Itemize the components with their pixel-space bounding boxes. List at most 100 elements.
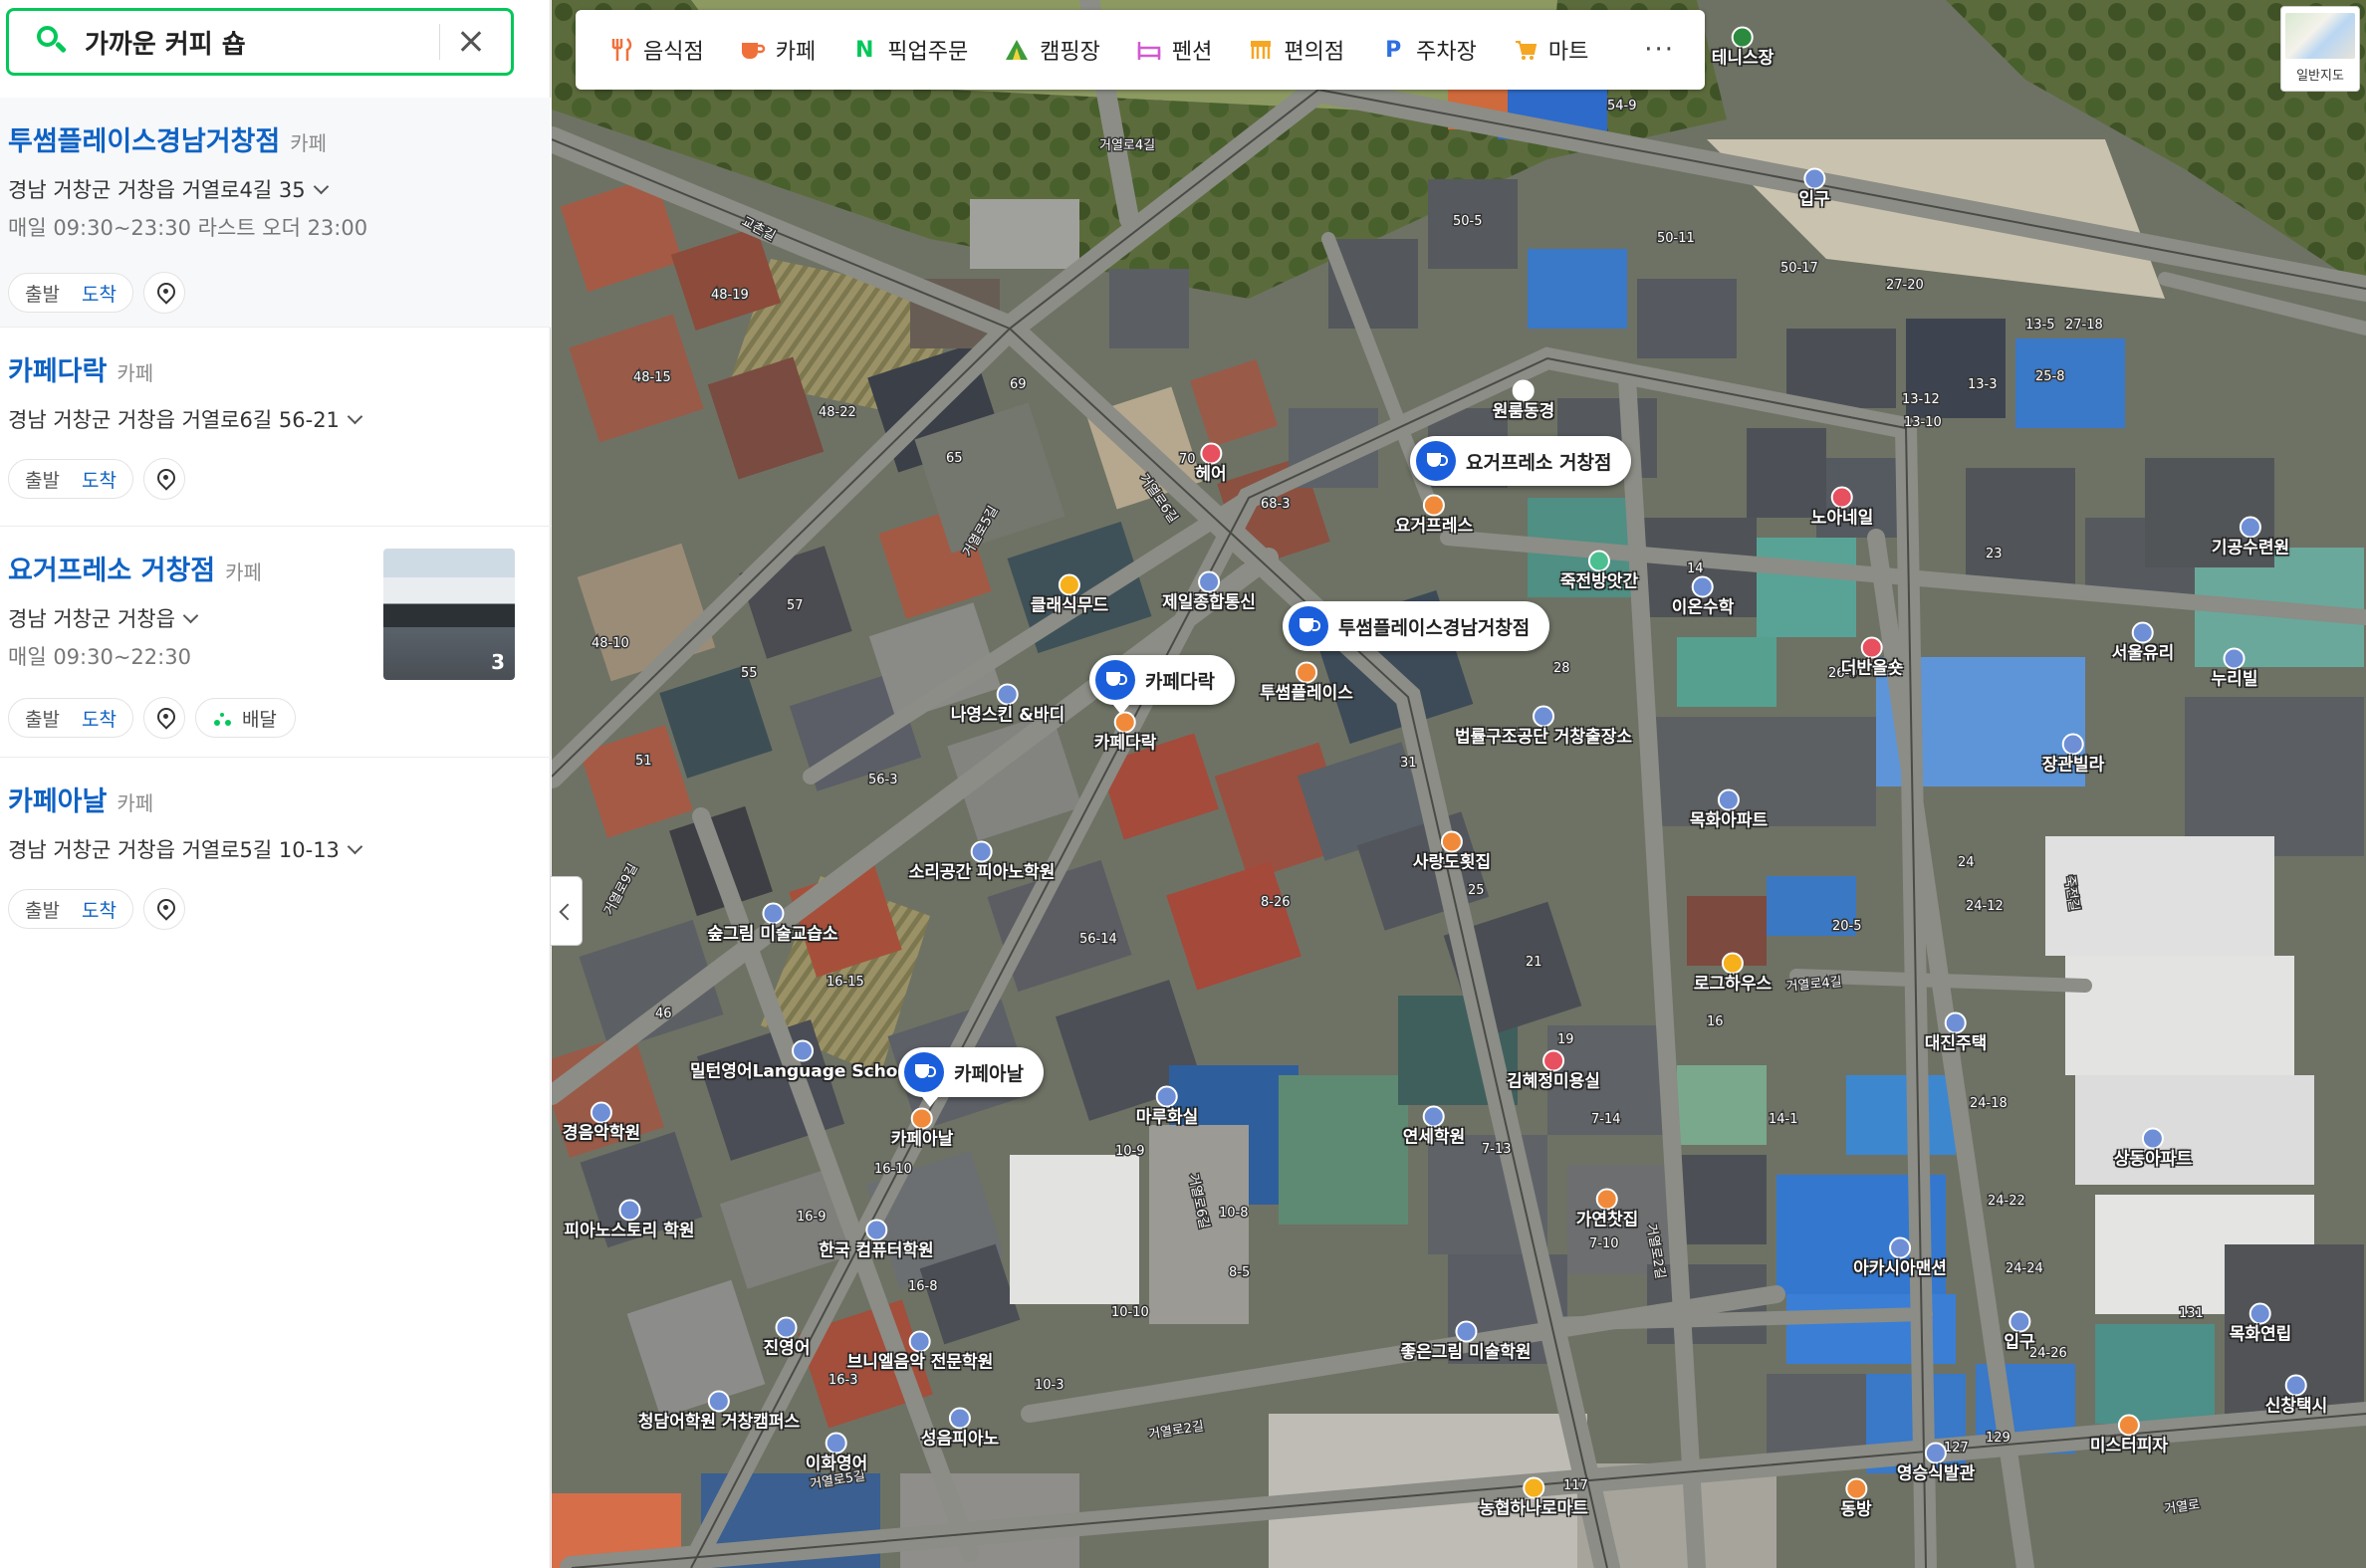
more-icon[interactable]: ··· — [1644, 35, 1675, 65]
chevron-down-icon[interactable] — [313, 178, 329, 194]
route-button[interactable]: 출발 도착 — [8, 889, 133, 929]
result-address[interactable]: 경남 거창군 거창읍 거열로6길 56-21 — [8, 404, 551, 434]
collapse-panel-button[interactable] — [551, 876, 583, 946]
arrival-button[interactable]: 도착 — [82, 896, 117, 923]
result-item-yogerpresso[interactable]: 요거프레소 거창점 카페 경남 거창군 거창읍 매일 09:30~22:30 출… — [0, 527, 551, 758]
poi-label[interactable]: 장관빌라 — [2042, 733, 2104, 777]
chevron-down-icon[interactable] — [182, 607, 199, 623]
poi-label[interactable]: 미스터피자 — [2090, 1414, 2168, 1457]
poi-label[interactable]: 진영어 — [764, 1316, 810, 1360]
cafe-marker-yogerpresso[interactable]: 요거프레소 거창점 — [1410, 436, 1632, 486]
poi-label[interactable]: 신창택시 — [2265, 1374, 2327, 1418]
map-canvas[interactable]: 거열로4길 교촌길 거열로5길 거열로6길 거열로 거열로2길 거열로5길 거열… — [552, 0, 2366, 1568]
poi-label[interactable]: 목화연립 — [2230, 1302, 2291, 1346]
result-thumbnail[interactable]: 3 — [383, 549, 515, 680]
poi-label[interactable]: 요거프레스 — [1395, 494, 1473, 538]
poi-label[interactable]: 숲그림 미술교습소 — [707, 902, 838, 946]
poi-label[interactable]: 성음피아노 — [921, 1407, 999, 1451]
category-mart[interactable]: 마트 — [1513, 34, 1588, 66]
poi-label[interactable]: 입구 — [2004, 1310, 2035, 1354]
route-button[interactable]: 출발 도착 — [8, 459, 133, 499]
poi-label[interactable]: 피아노스토리 학원 — [564, 1199, 695, 1242]
poi-label[interactable]: 대진주택 — [1925, 1011, 1987, 1055]
poi-label[interactable]: 나영스킨 &바디 — [951, 683, 1065, 727]
poi-label[interactable]: 아카시아맨션 — [1853, 1236, 1947, 1280]
cafe-marker-darak[interactable]: 카페다락 — [1089, 655, 1235, 715]
cafe-marker-anal[interactable]: 카페아날 — [898, 1047, 1044, 1107]
departure-button[interactable]: 출발 — [25, 896, 60, 923]
poi-label[interactable]: 좋은그림 미술학원 — [1400, 1320, 1532, 1364]
search-input[interactable] — [83, 26, 431, 58]
result-title[interactable]: 카페아날 — [8, 780, 107, 818]
route-button[interactable]: 출발 도착 — [8, 273, 133, 313]
poi-label[interactable]: 목화아파트 — [1690, 788, 1768, 832]
poi-label[interactable]: 소리공간 피아노학원 — [909, 840, 1055, 884]
category-pickup[interactable]: N 픽업주문 — [851, 34, 968, 66]
departure-button[interactable]: 출발 — [25, 705, 60, 732]
arrival-button[interactable]: 도착 — [82, 705, 117, 732]
poi-label[interactable]: 입구 — [1798, 167, 1830, 211]
poi-label[interactable]: 상동아파트 — [2114, 1127, 2192, 1171]
poi-label[interactable]: 누리빌 — [2212, 647, 2257, 691]
delivery-button[interactable]: 배달 — [194, 698, 296, 738]
category-camping[interactable]: 캠핑장 — [1004, 34, 1100, 66]
poi-label[interactable]: 노아네일 — [1811, 486, 1873, 530]
poi-label[interactable]: 영승식발관 — [1897, 1442, 1975, 1485]
search-box[interactable] — [6, 8, 514, 76]
poi-label[interactable]: 서울유리 — [2112, 621, 2174, 665]
poi-label[interactable]: 기공수련원 — [2212, 516, 2289, 560]
poi-label[interactable]: 제일종합통신 — [1162, 570, 1256, 614]
category-parking[interactable]: P 주차장 — [1380, 34, 1477, 66]
poi-label[interactable]: 이화영어 — [806, 1432, 867, 1475]
result-address[interactable]: 경남 거창군 거창읍 거열로4길 35 — [8, 174, 551, 204]
route-button[interactable]: 출발 도착 — [8, 698, 133, 738]
poi-label[interactable]: 동방 — [1840, 1477, 1872, 1521]
poi-label[interactable]: 더반올숏 — [1841, 636, 1903, 680]
poi-label[interactable]: 원룸동경 — [1493, 379, 1554, 423]
chevron-down-icon[interactable] — [347, 838, 363, 854]
poi-label[interactable]: 브니엘음악 전문학원 — [847, 1330, 993, 1374]
result-item-cafe-darak[interactable]: 카페다락 카페 경남 거창군 거창읍 거열로6길 56-21 출발 도착 — [0, 328, 551, 527]
result-address[interactable]: 경남 거창군 거창읍 거열로5길 10-13 — [8, 834, 551, 864]
arrival-button[interactable]: 도착 — [82, 466, 117, 493]
result-item-cafe-anal[interactable]: 카페아날 카페 경남 거창군 거창읍 거열로5길 10-13 출발 도착 — [0, 758, 551, 957]
category-cafe[interactable]: 카페 — [740, 34, 816, 66]
cafe-marker-twosome[interactable]: 투썸플레이스경남거창점 — [1283, 601, 1550, 651]
poi-label[interactable]: 마루화실 — [1136, 1085, 1198, 1129]
category-convenience[interactable]: 편의점 — [1248, 34, 1344, 66]
poi-label[interactable]: 죽전방앗간 — [1560, 550, 1638, 593]
poi-label[interactable]: 법률구조공단 거창출장소 — [1455, 705, 1632, 749]
location-pin-icon[interactable] — [142, 888, 185, 930]
poi-label[interactable]: 사랑도횟집 — [1413, 830, 1491, 874]
departure-button[interactable]: 출발 — [25, 466, 60, 493]
poi-label[interactable]: 청담어학원 거창캠퍼스 — [638, 1390, 800, 1434]
poi-label[interactable]: 밀턴영어Language School — [690, 1039, 915, 1083]
poi-label[interactable]: 카페아날 — [891, 1107, 953, 1151]
poi-label[interactable]: 이온수학 — [1672, 575, 1734, 619]
poi-label[interactable]: 클래식무드 — [1031, 573, 1108, 617]
category-restaurant[interactable]: 음식점 — [607, 34, 704, 66]
poi-label[interactable]: 김혜정미용실 — [1507, 1049, 1600, 1093]
poi-label[interactable]: 투썸플레이스 — [1260, 661, 1353, 705]
poi-label[interactable]: 농협하나로마트 — [1479, 1476, 1588, 1520]
result-title[interactable]: 요거프레소 거창점 — [8, 549, 215, 587]
poi-label[interactable]: 헤어 — [1195, 442, 1227, 486]
location-pin-icon[interactable] — [142, 272, 185, 314]
result-item-twosome[interactable]: 투썸플레이스경남거창점 카페 경남 거창군 거창읍 거열로4길 35 매일 09… — [0, 98, 551, 328]
location-pin-icon[interactable] — [142, 697, 185, 739]
map-type-toggle[interactable]: 일반지도 — [2280, 6, 2360, 92]
result-title[interactable]: 카페다락 — [8, 349, 107, 388]
poi-label[interactable]: 카페다락 — [1094, 711, 1156, 755]
arrival-button[interactable]: 도착 — [82, 280, 117, 307]
poi-label[interactable]: 한국 컴퓨터학원 — [819, 1219, 934, 1262]
poi-label[interactable]: 로그하우스 — [1694, 952, 1772, 996]
departure-button[interactable]: 출발 — [25, 280, 60, 307]
poi-label[interactable]: 테니스장 — [1712, 26, 1774, 70]
category-pension[interactable]: 펜션 — [1136, 34, 1212, 66]
chevron-down-icon[interactable] — [347, 408, 363, 424]
result-title[interactable]: 투썸플레이스경남거창점 — [8, 119, 280, 158]
clear-search-icon[interactable] — [450, 20, 494, 64]
poi-label[interactable]: 경음악학원 — [563, 1101, 640, 1145]
poi-label[interactable]: 가연찻집 — [1576, 1188, 1638, 1232]
location-pin-icon[interactable] — [142, 458, 185, 500]
